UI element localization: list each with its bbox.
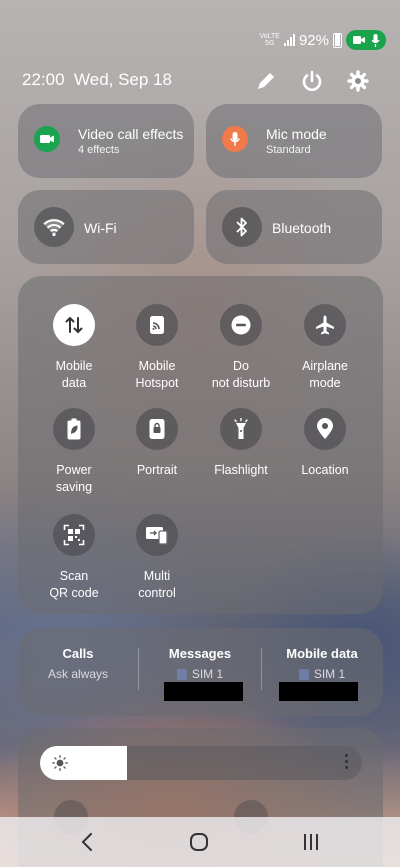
mobile-data-icon <box>53 304 95 346</box>
network-indicator: VoLTE 5G <box>259 33 280 47</box>
wifi-tile[interactable]: Wi-Fi <box>18 190 194 264</box>
redacted-block <box>279 682 358 701</box>
power-icon[interactable] <box>300 69 324 93</box>
location-icon <box>304 408 346 450</box>
tile-subtitle: 4 effects <box>78 144 120 156</box>
flashlight-icon <box>220 408 262 450</box>
more-options-icon[interactable] <box>345 754 348 769</box>
sim-data-value-text: SIM 1 <box>313 667 346 681</box>
edit-icon[interactable] <box>254 69 278 93</box>
sim-mobile-data[interactable]: Mobile data SIM 1 <box>263 646 381 681</box>
toggle-label: Scan QR code <box>49 569 99 600</box>
qr-scan-icon <box>53 514 95 556</box>
back-icon[interactable] <box>74 829 100 855</box>
sim-calls-value: Ask always <box>19 667 137 681</box>
toggle-power-saving[interactable]: Power saving <box>30 408 118 496</box>
brightness-slider[interactable] <box>40 746 362 780</box>
tile-title: Mic mode <box>266 126 327 142</box>
wifi-icon <box>34 207 74 247</box>
time-date: 22:00 Wed, Sep 18 <box>22 70 172 90</box>
mic-mode-icon <box>222 126 248 152</box>
redacted-block <box>164 682 243 701</box>
sim-messages-value-text: SIM 1 <box>191 667 224 681</box>
signal-icon <box>283 34 295 46</box>
toggle-label: Portrait <box>136 463 178 477</box>
tile-subtitle: Standard <box>266 144 311 156</box>
portrait-lock-icon <box>136 408 178 450</box>
toggle-mobile-hotspot[interactable]: Mobile Hotspot <box>113 304 201 392</box>
toggle-label: Location <box>301 463 349 477</box>
hotspot-icon <box>136 304 178 346</box>
privacy-indicator[interactable] <box>346 30 386 50</box>
sim-card-icon <box>298 668 309 680</box>
toggle-scan-qr[interactable]: Scan QR code <box>30 514 118 602</box>
toggle-label: Multi control <box>138 569 176 600</box>
volte-label: VoLTE <box>259 33 280 40</box>
navigation-bar <box>0 817 400 867</box>
settings-gear-icon[interactable] <box>346 69 370 93</box>
toggle-location[interactable]: Location <box>281 408 369 479</box>
toggle-airplane-mode[interactable]: Airplane mode <box>281 304 369 392</box>
divider <box>138 648 139 690</box>
toggle-label: Flashlight <box>214 463 268 477</box>
airplane-icon <box>304 304 346 346</box>
sim-card-icon <box>176 668 187 680</box>
battery-icon <box>333 32 342 48</box>
sim-messages[interactable]: Messages SIM 1 <box>141 646 259 681</box>
divider <box>261 648 262 690</box>
sun-icon <box>52 755 68 771</box>
sim-messages-value: SIM 1 <box>141 667 259 681</box>
toggle-portrait[interactable]: Portrait <box>113 408 201 479</box>
battery-percentage: 92% <box>298 31 329 49</box>
toggle-label: Mobile Hotspot <box>135 359 179 390</box>
toggle-do-not-disturb[interactable]: Do not disturb <box>197 304 285 392</box>
date: Wed, Sep 18 <box>74 70 172 89</box>
bluetooth-tile[interactable]: Bluetooth <box>206 190 382 264</box>
sim-calls[interactable]: Calls Ask always <box>19 646 137 681</box>
toggle-label: Do not disturb <box>211 359 271 390</box>
mic-mode-tile[interactable]: Mic mode Standard <box>206 104 382 178</box>
toggle-label: Power saving <box>55 463 93 494</box>
power-saving-icon <box>53 408 95 450</box>
sim-calls-title: Calls <box>62 646 94 661</box>
toggle-label: Airplane mode <box>302 359 348 390</box>
video-call-effects-tile[interactable]: Video call effects 4 effects <box>18 104 194 178</box>
bluetooth-icon <box>222 207 262 247</box>
sim-data-value: SIM 1 <box>263 667 381 681</box>
tile-title: Wi-Fi <box>84 220 117 236</box>
toggle-mobile-data[interactable]: Mobile data <box>30 304 118 392</box>
multi-control-icon <box>136 514 178 556</box>
tile-title: Video call effects <box>78 126 184 142</box>
toggle-multi-control[interactable]: Multi control <box>113 514 201 602</box>
network-type-label: 5G <box>265 40 275 47</box>
sim-messages-title: Messages <box>168 646 232 661</box>
video-call-icon <box>34 126 60 152</box>
status-bar: VoLTE 5G 92% <box>259 30 386 50</box>
home-icon[interactable] <box>186 829 212 855</box>
clock: 22:00 <box>22 70 65 89</box>
dnd-icon <box>220 304 262 346</box>
toggle-flashlight[interactable]: Flashlight <box>197 408 285 479</box>
recent-apps-icon[interactable] <box>298 829 324 855</box>
tile-title: Bluetooth <box>272 220 332 236</box>
sim-calls-value-text: Ask always <box>47 667 109 681</box>
camera-icon <box>352 36 365 44</box>
sim-data-title: Mobile data <box>286 646 358 661</box>
toggle-label: Mobile data <box>55 359 93 390</box>
mic-icon <box>370 33 380 47</box>
